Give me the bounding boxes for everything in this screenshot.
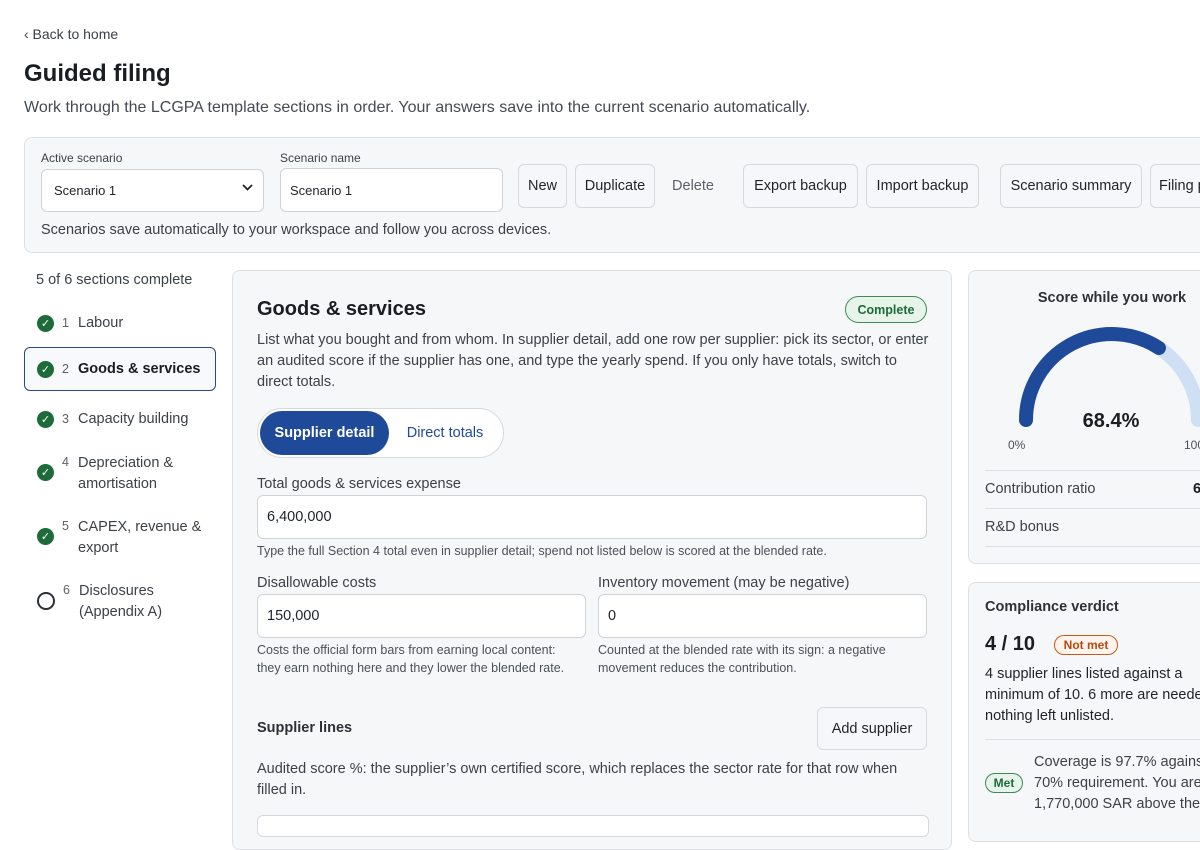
divider <box>985 470 1200 471</box>
score-title: Score while you work <box>1037 290 1187 306</box>
export-backup-button[interactable]: Export backup <box>743 164 858 208</box>
audited-score-note: Audited score %: the supplier’s own cert… <box>257 761 898 798</box>
divider <box>985 739 1200 740</box>
verdict-text: 4 supplier lines listed against a minimu… <box>985 666 1200 724</box>
sections-progress: 5 of 6 sections complete <box>36 272 193 288</box>
divider <box>985 508 1200 509</box>
sidebar-item-label: Disclosures (Appendix A) <box>79 583 163 620</box>
supplier-detail-tab[interactable]: Supplier detail <box>260 411 389 455</box>
inventory-movement-label: Inventory movement (may be negative) <box>598 575 850 591</box>
scenario-name-input[interactable]: Scenario 1 <box>280 168 503 212</box>
sidebar-item-number: 5 <box>62 519 69 533</box>
inventory-movement-help: Counted at the blended rate with its sig… <box>598 643 886 675</box>
scenario-summary-button[interactable]: Scenario summary <box>1000 164 1142 208</box>
contribution-ratio-label: Contribution ratio <box>985 481 1096 497</box>
sidebar-item-labour[interactable]: ✓ 1 Labour <box>24 311 216 335</box>
delete-scenario-button[interactable]: Delete <box>664 164 722 208</box>
sidebar-item-number: 3 <box>62 412 69 426</box>
coverage-text: Coverage is 97.7% against 70% requiremen… <box>1034 754 1200 812</box>
met-badge: Met <box>985 773 1023 793</box>
sidebar-item-number: 6 <box>63 583 70 597</box>
sidebar-item-number: 1 <box>62 316 69 330</box>
scenario-name-label: Scenario name <box>280 151 361 165</box>
active-scenario-select[interactable]: Scenario 1 <box>41 169 264 212</box>
empty-circle-icon <box>37 592 55 610</box>
sidebar-item-label: Depreciation & amortisation <box>78 455 174 492</box>
autosave-note: Scenarios save automatically to your wor… <box>41 222 552 238</box>
sidebar-item-disclosures[interactable]: 6 Disclosures (Appendix A) <box>24 581 216 623</box>
check-icon: ✓ <box>37 410 54 428</box>
disallowable-costs-value: 150,000 <box>267 608 320 624</box>
sidebar-item-label: Labour <box>78 314 124 331</box>
direct-totals-tab[interactable]: Direct totals <box>393 411 497 455</box>
chevron-down-icon <box>242 183 253 194</box>
check-icon: ✓ <box>37 464 54 481</box>
sidebar-item-number: 4 <box>62 455 69 469</box>
page-subtitle: Work through the LCGPA template sections… <box>24 99 811 116</box>
page-title: Guided filing <box>24 60 171 87</box>
sidebar-item-depreciation[interactable]: ✓ 4 Depreciation & amortisation <box>24 453 216 495</box>
verdict-title: Compliance verdict <box>985 599 1119 615</box>
not-met-badge: Not met <box>1054 635 1118 655</box>
score-value: 68.4% <box>1082 410 1140 432</box>
sidebar-item-label: CAPEX, revenue & export <box>78 519 202 556</box>
sidebar-item-capacity-building[interactable]: ✓ 3 Capacity building <box>24 407 216 431</box>
import-backup-button[interactable]: Import backup <box>866 164 979 208</box>
gauge-min-label: 0% <box>1008 438 1026 452</box>
duplicate-scenario-button[interactable]: Duplicate <box>575 164 655 208</box>
check-icon: ✓ <box>37 528 54 545</box>
scenario-name-value: Scenario 1 <box>290 182 353 198</box>
inventory-movement-value: 0 <box>608 608 617 624</box>
sidebar-item-capex[interactable]: ✓ 5 CAPEX, revenue & export <box>24 517 216 559</box>
inventory-movement-input[interactable]: 0 <box>598 594 927 638</box>
gauge-value-arc <box>1019 327 1166 427</box>
total-expense-value: 6,400,000 <box>267 509 332 525</box>
total-expense-label: Total goods & services expense <box>257 476 461 492</box>
disallowable-costs-input[interactable]: 150,000 <box>257 594 586 638</box>
sidebar-item-label: Goods & services <box>78 360 201 377</box>
new-scenario-button[interactable]: New <box>518 164 567 208</box>
verdict-score: 4 / 10 <box>985 633 1036 655</box>
divider <box>985 546 1200 547</box>
supplier-table <box>257 815 929 837</box>
gauge-max-label: 100 <box>1184 438 1200 452</box>
disallowable-costs-label: Disallowable costs <box>257 575 377 591</box>
disallowable-costs-help: Costs the official form bars from earnin… <box>257 643 565 675</box>
gauge-track <box>1019 327 1200 427</box>
contribution-ratio-value: 6 <box>1193 481 1200 497</box>
rd-bonus-label: R&D bonus <box>985 519 1060 535</box>
sidebar-item-goods-services[interactable]: ✓ 2 Goods & services <box>24 347 216 391</box>
active-scenario-label: Active scenario <box>41 151 123 165</box>
total-expense-help: Type the full Section 4 total even in su… <box>257 544 827 558</box>
sidebar-item-number: 2 <box>62 362 69 376</box>
total-expense-input[interactable]: 6,400,000 <box>257 495 927 539</box>
back-to-home-link[interactable]: ‹ Back to home <box>24 26 118 42</box>
sidebar-item-label: Capacity building <box>78 410 189 427</box>
status-badge: Complete <box>845 296 927 323</box>
check-icon: ✓ <box>37 360 54 378</box>
section-description: List what you bought and from whom. In s… <box>257 332 929 390</box>
active-scenario-value: Scenario 1 <box>54 183 117 198</box>
add-supplier-button[interactable]: Add supplier <box>817 707 927 750</box>
filing-pack-button[interactable]: Filing p <box>1150 164 1200 208</box>
section-title: Goods & services <box>257 298 426 320</box>
check-icon: ✓ <box>37 314 54 332</box>
supplier-lines-heading: Supplier lines <box>257 720 353 736</box>
